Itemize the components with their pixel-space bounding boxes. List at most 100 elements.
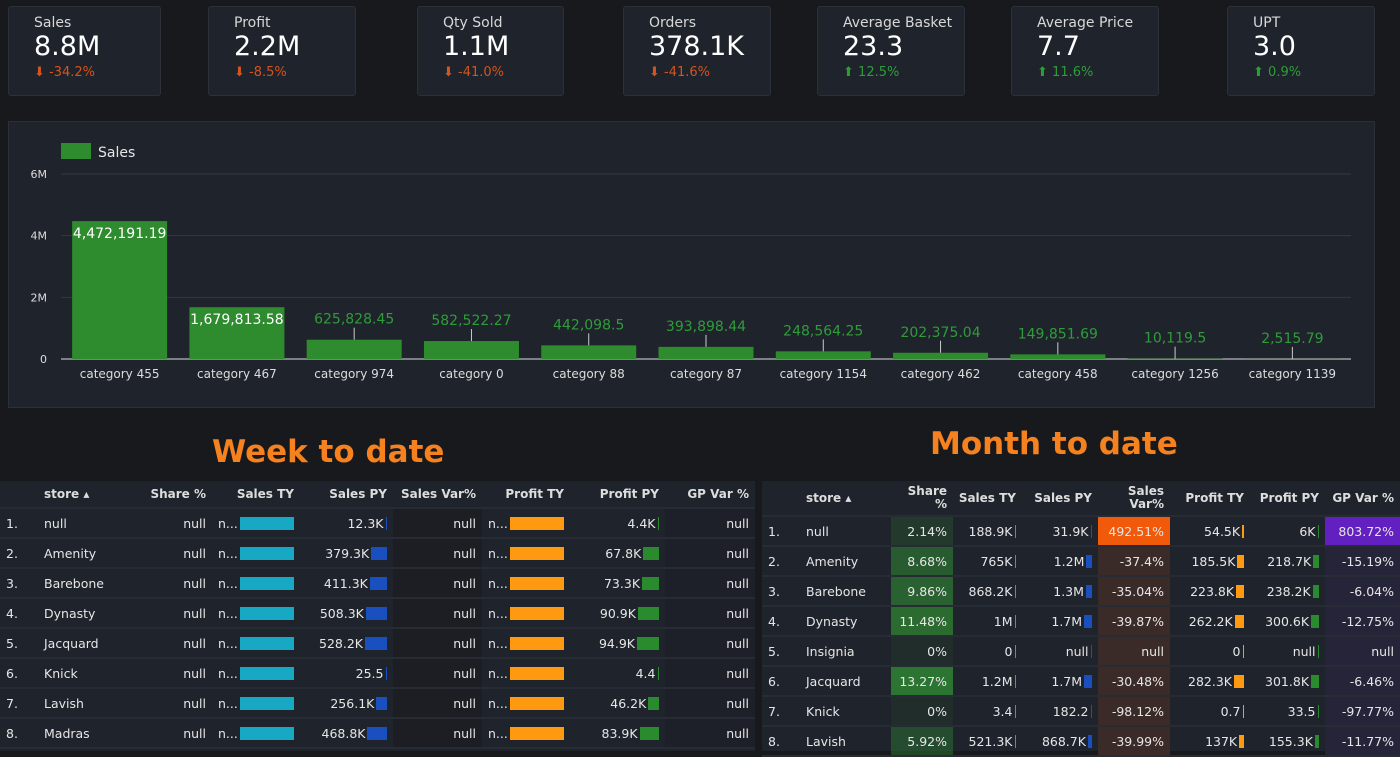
cell-bar [366, 607, 387, 620]
kpi-change-value: 12.5% [858, 65, 899, 80]
cell-bar [1318, 645, 1320, 658]
bar-category-88[interactable] [541, 345, 636, 359]
kpi-card-average-price[interactable]: Average Price 7.7 ⬆ 11.6% [1011, 6, 1159, 96]
cell-value: null [183, 636, 206, 651]
kpi-card-qty-sold[interactable]: Qty Sold 1.1M ⬇ -41.0% [417, 6, 564, 96]
bar-category-87[interactable] [659, 347, 754, 359]
bar-category-0[interactable] [424, 341, 519, 359]
cell: null [393, 689, 482, 717]
column-header[interactable]: Profit PY [1250, 481, 1325, 515]
cell: null [38, 509, 138, 537]
column-header[interactable]: Share % [138, 481, 212, 507]
column-header[interactable]: Sales PY [300, 481, 393, 507]
table-row[interactable]: 5.Jacquardnulln...528.2Knulln...94.9Knul… [0, 629, 755, 659]
cell-value: null [453, 666, 476, 681]
column-header[interactable]: Sales TY [212, 481, 300, 507]
table-row[interactable]: 7.Knick0%3.4182.2-98.12%0.733.5-97.77% [762, 697, 1400, 727]
bar-category-974[interactable] [307, 340, 402, 359]
kpi-card-orders[interactable]: Orders 378.1K ⬇ -41.6% [623, 6, 771, 96]
bar-category-458[interactable] [1010, 354, 1105, 359]
column-header[interactable]: Profit TY [482, 481, 570, 507]
cell: 94.9K [570, 629, 665, 657]
table-row[interactable]: 8.Lavish5.92%521.3K868.7K-39.99%137K155.… [762, 727, 1400, 757]
table-row[interactable]: 2.Amenity8.68%765K1.2M-37.4%185.5K218.7K… [762, 547, 1400, 577]
column-header[interactable]: GP Var % [665, 481, 755, 507]
table-row[interactable]: 8.Madrasnulln...468.8Knulln...83.9Knull [0, 719, 755, 749]
cell-value: 411.3K [324, 576, 368, 591]
cell: null [665, 689, 755, 717]
cell-value: -6.04% [1350, 584, 1394, 599]
kpi-card-profit[interactable]: Profit 2.2M ⬇ -8.5% [208, 6, 356, 96]
bar-category-462[interactable] [893, 353, 988, 359]
table-row[interactable]: 4.Dynastynulln...508.3Knulln...90.9Knull [0, 599, 755, 629]
column-header[interactable]: Share % [891, 481, 953, 515]
bar-category-1154[interactable] [776, 351, 871, 359]
kpi-label: Qty Sold [443, 15, 563, 31]
table-row[interactable]: 1.nullnulln...12.3Knulln...4.4Knull [0, 509, 755, 539]
cell: null [393, 599, 482, 627]
cell-bar [510, 607, 564, 620]
cell-value: n... [218, 606, 238, 621]
column-header [762, 481, 800, 515]
cell: 238.2K [1250, 577, 1325, 605]
kpi-card-sales[interactable]: Sales 8.8M ⬇ -34.2% [8, 6, 161, 96]
x-tick-label: category 467 [197, 367, 277, 381]
table-row[interactable]: 6.Knicknulln...25.5nulln...4.4null [0, 659, 755, 689]
cell-value: null [1371, 644, 1394, 659]
column-header[interactable]: Profit PY [570, 481, 665, 507]
cell-value: null [726, 606, 749, 621]
column-header[interactable]: Sales PY [1022, 481, 1098, 515]
table-row[interactable]: 2.Amenitynulln...379.3Knulln...67.8Knull [0, 539, 755, 569]
cell-value: 1.7M [1051, 674, 1082, 689]
cell: n... [482, 569, 570, 597]
table-row[interactable]: 6.Jacquard13.27%1.2M1.7M-30.48%282.3K301… [762, 667, 1400, 697]
cell: -6.04% [1325, 577, 1400, 605]
kpi-change-value: -34.2% [49, 65, 95, 80]
cell: 33.5 [1250, 697, 1325, 725]
arrow-down-icon: ⬇ [234, 65, 245, 80]
table-row[interactable]: 3.Barebonenulln...411.3Knulln...73.3Knul… [0, 569, 755, 599]
cell-value: null [453, 576, 476, 591]
table-row[interactable]: 5.Insignia0%0nullnull0nullnull [762, 637, 1400, 667]
x-tick-label: category 88 [553, 367, 625, 381]
table-row[interactable]: 4.Dynasty11.48%1M1.7M-39.87%262.2K300.6K… [762, 607, 1400, 637]
table-row[interactable]: 3.Barebone9.86%868.2K1.3M-35.04%223.8K23… [762, 577, 1400, 607]
cell-bar [1235, 615, 1244, 628]
column-header[interactable]: GP Var % [1325, 481, 1400, 515]
cell: Jacquard [800, 667, 891, 695]
table-row[interactable]: 1.null2.14%188.9K31.9K492.51%54.5K6K803.… [762, 517, 1400, 547]
column-header[interactable]: Sales TY [953, 481, 1022, 515]
cell-value: 765K [980, 554, 1012, 569]
cell-bar [240, 697, 294, 710]
cell: n... [482, 629, 570, 657]
cell-value: 1. [768, 524, 780, 539]
cell: 1. [0, 509, 38, 537]
column-header[interactable]: store ▴ [800, 481, 891, 515]
kpi-card-upt[interactable]: UPT 3.0 ⬆ 0.9% [1227, 6, 1375, 96]
cell-value: n... [488, 726, 508, 741]
cell-bar [1237, 555, 1244, 568]
cell-value: Amenity [44, 546, 96, 561]
cell: -6.46% [1325, 667, 1400, 695]
column-header[interactable]: store ▴ [38, 481, 138, 507]
cell-bar [1091, 645, 1093, 658]
column-header[interactable]: Profit TY [1170, 481, 1250, 515]
cell-value: 379.3K [325, 546, 369, 561]
cell-value: 46.2K [610, 696, 646, 711]
cell: 9.86% [891, 577, 953, 605]
cell: 218.7K [1250, 547, 1325, 575]
table-row[interactable]: 7.Lavishnulln...256.1Knulln...46.2Knull [0, 689, 755, 719]
cell-value: Knick [806, 704, 840, 719]
cell-value: 8. [6, 726, 18, 741]
cell-value: null [183, 696, 206, 711]
column-header[interactable]: Sales Var% [1098, 481, 1170, 515]
x-tick-label: category 462 [901, 367, 981, 381]
cell-value: Dynasty [44, 606, 95, 621]
cell: 1.2M [953, 667, 1022, 695]
cell: 256.1K [300, 689, 393, 717]
column-header[interactable]: Sales Var% [393, 481, 482, 507]
kpi-card-average-basket[interactable]: Average Basket 23.3 ⬆ 12.5% [817, 6, 965, 96]
cell: null [393, 629, 482, 657]
kpi-change-value: -8.5% [249, 65, 287, 80]
cell-value: 33.5 [1288, 704, 1316, 719]
